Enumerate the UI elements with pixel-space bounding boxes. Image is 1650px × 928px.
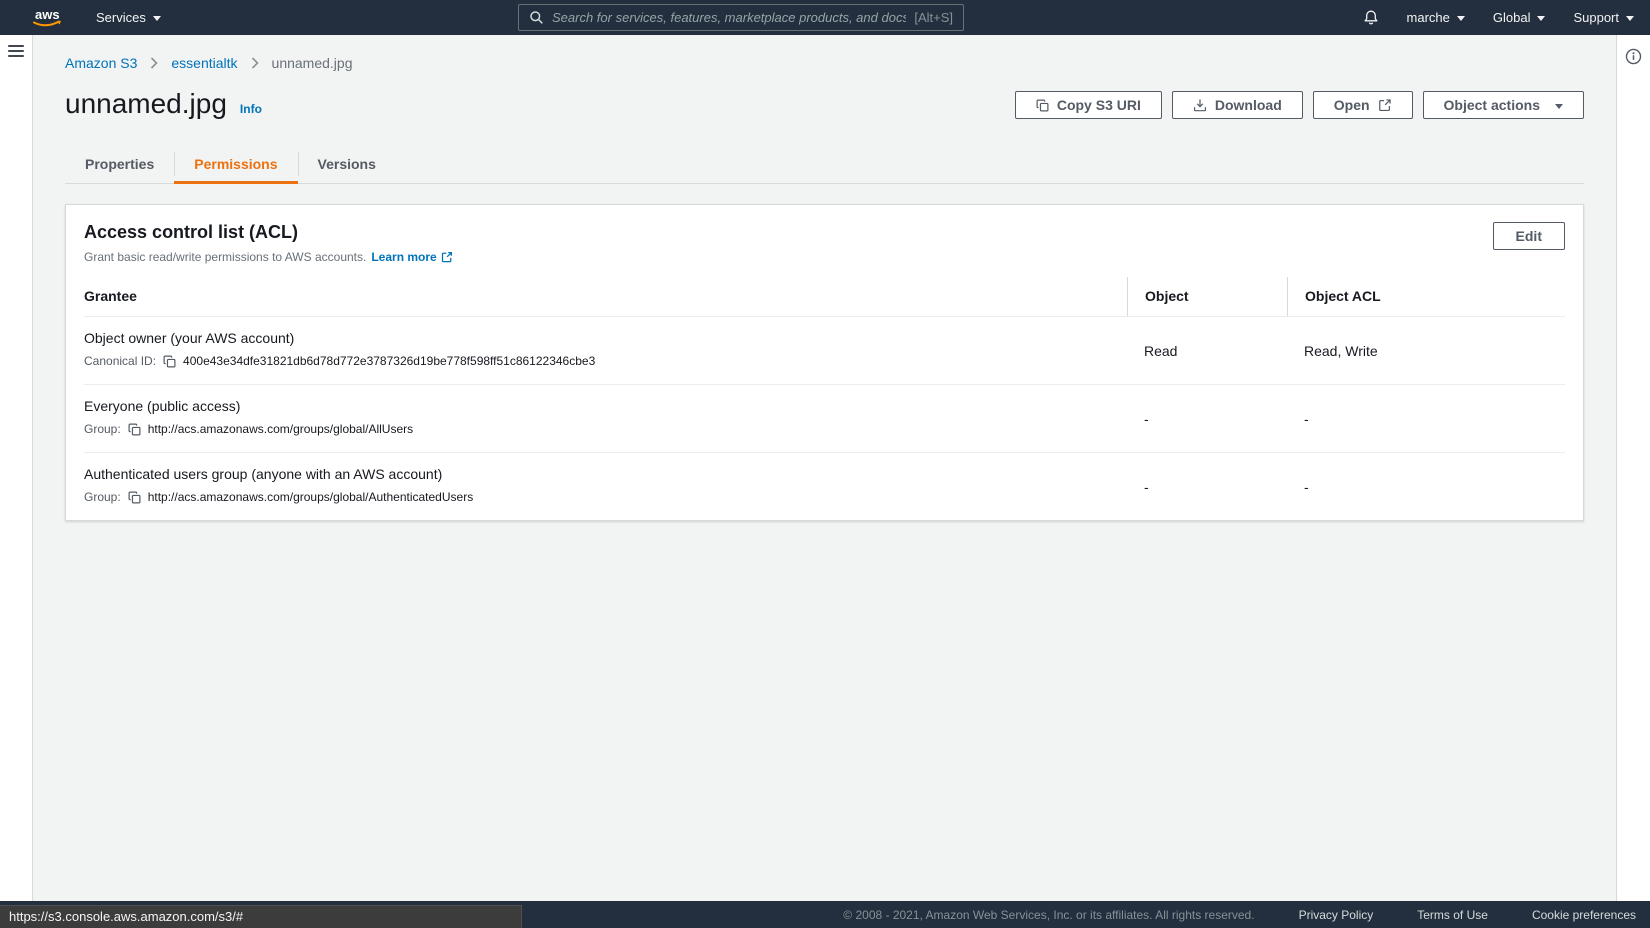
acl-panel-description: Grant basic read/write permissions to AW…: [84, 250, 453, 264]
search-icon: [529, 10, 544, 25]
download-label: Download: [1214, 97, 1282, 113]
copy-icon[interactable]: [128, 491, 141, 504]
download-button[interactable]: Download: [1171, 91, 1303, 119]
breadcrumb-amazon-s3[interactable]: Amazon S3: [65, 55, 137, 71]
search-input[interactable]: [552, 10, 907, 25]
chevron-down-icon: [1456, 16, 1465, 21]
grantee-name: Object owner (your AWS account): [84, 330, 295, 346]
global-search-box[interactable]: [Alt+S]: [518, 4, 964, 31]
copyright-text: © 2008 - 2021, Amazon Web Services, Inc.…: [843, 907, 1255, 922]
table-row-authenticated-users: Authenticated users group (anyone with a…: [84, 453, 1565, 520]
breadcrumb-current-object: unnamed.jpg: [271, 55, 353, 71]
info-link[interactable]: Info: [240, 102, 262, 116]
chevron-down-icon: [1537, 16, 1546, 21]
support-menu[interactable]: Support: [1573, 10, 1634, 25]
column-header-object-acl: Object ACL: [1287, 277, 1565, 316]
grantee-sub-label: Group:: [84, 422, 121, 436]
copy-icon[interactable]: [128, 423, 141, 436]
services-menu[interactable]: Services: [96, 10, 161, 25]
browser-status-url: https://s3.console.aws.amazon.com/s3/#: [0, 905, 522, 928]
download-icon: [1193, 98, 1207, 112]
chevron-right-icon: [150, 57, 159, 69]
edit-acl-button[interactable]: Edit: [1492, 222, 1565, 250]
object-permission-value: Read: [1144, 342, 1178, 359]
chevron-down-icon: [1555, 103, 1563, 109]
help-panel-strip: [1616, 35, 1650, 901]
object-actions-label: Object actions: [1443, 97, 1540, 113]
page-title: unnamed.jpg: [65, 88, 227, 119]
object-acl-permission-value: -: [1304, 478, 1309, 495]
column-header-grantee: Grantee: [84, 288, 137, 304]
terms-of-use-link[interactable]: Terms of Use: [1417, 908, 1488, 922]
info-circle-icon[interactable]: [1625, 48, 1642, 65]
aws-logo-icon: aws: [33, 7, 61, 27]
object-permission-value: -: [1144, 410, 1149, 427]
object-acl-permission-value: -: [1304, 410, 1309, 427]
object-acl-permission-value: Read, Write: [1304, 342, 1378, 359]
grantee-name: Everyone (public access): [84, 398, 241, 414]
table-row-object-owner: Object owner (your AWS account) Canonica…: [84, 317, 1565, 385]
acl-panel-title: Access control list (ACL): [84, 222, 299, 242]
account-label: marche: [1406, 10, 1450, 25]
external-link-icon: [1378, 98, 1392, 112]
top-navigation-bar: aws Services [Alt+S] marche Global: [0, 0, 1650, 35]
support-label: Support: [1573, 10, 1619, 25]
hamburger-menu-icon[interactable]: [8, 45, 24, 60]
svg-text:aws: aws: [35, 7, 60, 22]
main-content: Amazon S3 essentialtk unnamed.jpg unname…: [33, 35, 1616, 901]
account-menu[interactable]: marche: [1407, 10, 1465, 25]
open-button[interactable]: Open: [1312, 91, 1413, 119]
search-shortcut-hint: [Alt+S]: [914, 10, 953, 25]
copy-s3-uri-button[interactable]: Copy S3 URI: [1014, 91, 1162, 119]
tab-properties[interactable]: Properties: [65, 147, 174, 183]
canonical-id-value: 400e43e34dfe31821db6d78d772e3787326d19be…: [183, 354, 596, 368]
grantee-name: Authenticated users group (anyone with a…: [84, 466, 443, 482]
table-row-everyone: Everyone (public access) Group: http://a…: [84, 385, 1565, 453]
grantee-sub-label: Group:: [84, 490, 121, 504]
cookie-preferences-link[interactable]: Cookie preferences: [1532, 908, 1636, 922]
external-link-icon: [441, 251, 453, 263]
tab-versions[interactable]: Versions: [297, 147, 396, 183]
copy-icon[interactable]: [163, 355, 176, 368]
breadcrumb-bucket[interactable]: essentialtk: [171, 55, 237, 71]
copy-icon: [1036, 99, 1049, 112]
group-uri-value: http://acs.amazonaws.com/groups/global/A…: [147, 490, 474, 504]
acl-panel: Access control list (ACL) Grant basic re…: [65, 204, 1584, 521]
region-menu[interactable]: Global: [1493, 10, 1546, 25]
open-label: Open: [1333, 97, 1370, 113]
object-detail-tabs: Properties Permissions Versions: [65, 147, 1584, 184]
object-permission-value: -: [1144, 478, 1149, 495]
chevron-right-icon: [251, 57, 259, 69]
learn-more-link[interactable]: Learn more: [371, 250, 452, 264]
bell-icon[interactable]: [1363, 9, 1379, 26]
object-actions-button[interactable]: Object actions: [1422, 91, 1584, 119]
group-uri-value: http://acs.amazonaws.com/groups/global/A…: [147, 422, 414, 436]
left-sidebar-strip: [0, 35, 33, 901]
acl-description-text: Grant basic read/write permissions to AW…: [84, 250, 367, 264]
breadcrumb: Amazon S3 essentialtk unnamed.jpg: [65, 55, 1584, 71]
chevron-down-icon: [1626, 16, 1634, 21]
region-label: Global: [1492, 10, 1531, 25]
aws-logo[interactable]: aws: [30, 5, 66, 30]
acl-table: Grantee Object Object ACL Object owner (…: [66, 277, 1583, 520]
column-header-object: Object: [1127, 277, 1287, 316]
copy-s3-uri-label: Copy S3 URI: [1056, 97, 1141, 113]
learn-more-label: Learn more: [371, 250, 437, 264]
chevron-down-icon: [152, 16, 161, 21]
tab-permissions[interactable]: Permissions: [174, 147, 298, 184]
services-label: Services: [96, 10, 146, 25]
privacy-policy-link[interactable]: Privacy Policy: [1299, 908, 1374, 922]
grantee-sub-label: Canonical ID:: [84, 354, 157, 368]
